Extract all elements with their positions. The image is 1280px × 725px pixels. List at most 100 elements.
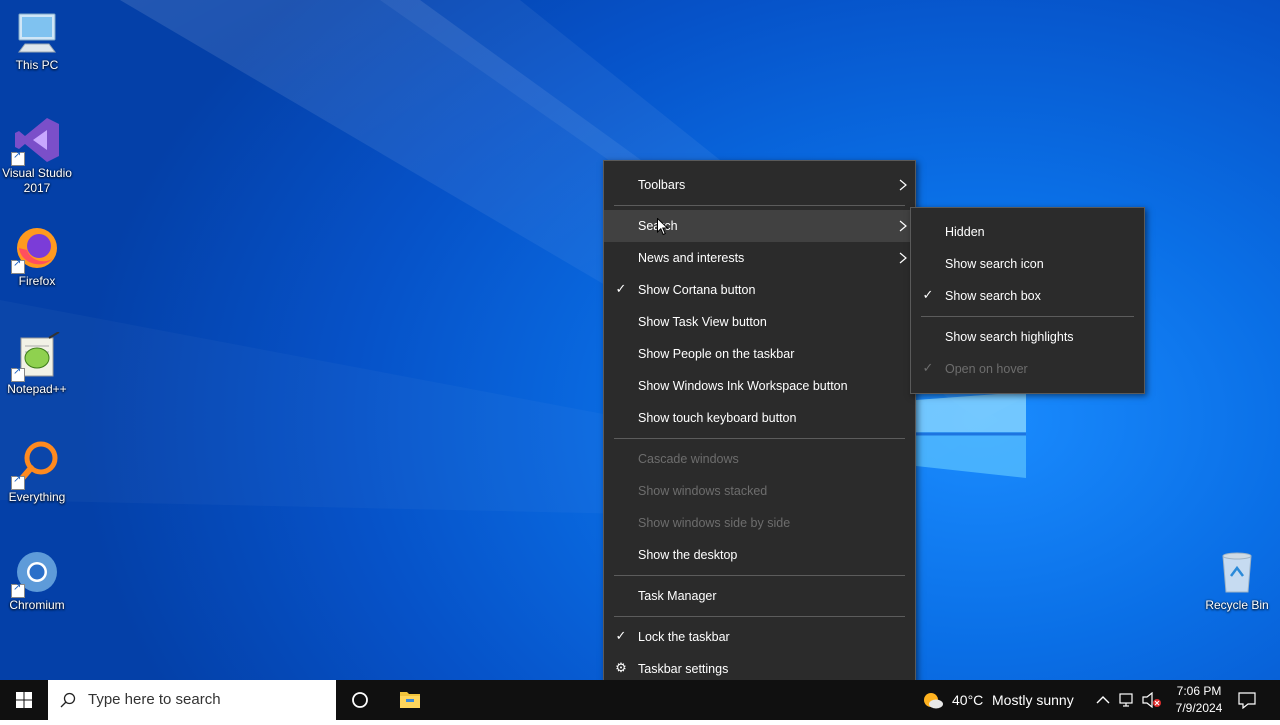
shortcut-arrow-icon	[11, 366, 25, 382]
menu-item-task-manager[interactable]: Task Manager	[604, 580, 915, 612]
menu-item-taskbar-settings[interactable]: ⚙ Taskbar settings	[604, 653, 915, 680]
everything-icon	[11, 440, 61, 490]
desktop-icon-chromium[interactable]: Chromium	[0, 548, 74, 613]
mouse-cursor-icon	[657, 218, 669, 236]
network-icon[interactable]	[1118, 692, 1136, 708]
menu-separator	[921, 316, 1134, 317]
menu-item-show-windows-side-by-side: Show windows side by side	[604, 507, 915, 539]
volume-muted-icon[interactable]	[1142, 692, 1162, 708]
menu-item-lock-the-taskbar[interactable]: ✓ Lock the taskbar	[604, 621, 915, 653]
menu-item-label: Taskbar settings	[638, 662, 729, 676]
checkmark-icon: ✓	[922, 288, 934, 303]
notification-icon[interactable]	[1238, 691, 1256, 709]
menu-item-label: Cascade windows	[638, 452, 739, 466]
submenu-item-show-search-highlights[interactable]: Show search highlights	[911, 321, 1144, 353]
menu-item-label: Show touch keyboard button	[638, 411, 797, 425]
firefox-icon	[11, 224, 61, 274]
desktop-icon-notepad-plus-plus[interactable]: Notepad++	[0, 331, 74, 397]
submenu-item-show-search-icon[interactable]: Show search icon	[911, 248, 1144, 280]
menu-item-news-and-interests[interactable]: News and interests	[604, 242, 915, 274]
menu-item-label: News and interests	[638, 251, 745, 265]
shortcut-arrow-icon	[11, 150, 25, 166]
start-button[interactable]	[0, 680, 48, 720]
file-explorer-button[interactable]	[386, 680, 434, 720]
search-placeholder: Type here to search	[88, 691, 221, 708]
menu-item-label: Show People on the taskbar	[638, 347, 795, 361]
this-pc-icon	[13, 8, 61, 56]
desktop[interactable]: This PC Visual Studio 2017 Firefox	[0, 0, 1280, 680]
desktop-icon-label: Chromium	[9, 598, 65, 612]
file-explorer-icon	[400, 692, 420, 708]
checkmark-icon: ✓	[615, 629, 627, 644]
menu-item-show-touch-keyboard[interactable]: Show touch keyboard button	[604, 402, 915, 434]
cortana-circle-icon	[352, 692, 368, 708]
menu-item-label: Show search box	[945, 289, 1041, 303]
cortana-button[interactable]	[336, 680, 384, 720]
recycle-bin-icon	[1213, 548, 1261, 596]
menu-item-label: Open on hover	[945, 362, 1028, 376]
menu-item-show-task-view-button[interactable]: Show Task View button	[604, 306, 915, 338]
submenu-item-show-search-box[interactable]: ✓ Show search box	[911, 280, 1144, 312]
notepad-plus-plus-icon	[11, 331, 61, 382]
taskbar[interactable]: Type here to search 40°C Mostly sunny 7:…	[0, 680, 1280, 720]
submenu-item-hidden[interactable]: Hidden	[911, 216, 1144, 248]
menu-item-label: Show Cortana button	[638, 283, 756, 297]
shortcut-arrow-icon	[11, 258, 25, 274]
menu-item-show-windows-stacked: Show windows stacked	[604, 475, 915, 507]
menu-item-show-windows-ink[interactable]: Show Windows Ink Workspace button	[604, 370, 915, 402]
menu-item-label: Show windows side by side	[638, 516, 791, 530]
menu-separator	[614, 205, 905, 206]
menu-item-search[interactable]: Search	[604, 210, 915, 242]
clock[interactable]: 7:06 PM 7/9/2024	[1164, 683, 1234, 717]
menu-item-show-cortana-button[interactable]: ✓ Show Cortana button	[604, 274, 915, 306]
menu-item-label: Show search highlights	[945, 330, 1074, 344]
chevron-right-icon	[899, 252, 907, 264]
desktop-icon-firefox[interactable]: Firefox	[0, 224, 74, 289]
desktop-icon-recycle-bin[interactable]: Recycle Bin	[1200, 548, 1274, 613]
clock-time: 7:06 PM	[1176, 684, 1222, 698]
menu-item-label: Show windows stacked	[638, 484, 768, 498]
menu-item-label: Show Windows Ink Workspace button	[638, 379, 848, 393]
menu-item-label: Toolbars	[638, 178, 686, 192]
desktop-icon-label: This PC	[15, 58, 59, 72]
desktop-icon-everything[interactable]: Everything	[0, 440, 74, 505]
shortcut-arrow-icon	[11, 474, 25, 490]
taskbar-context-menu: Toolbars Search News and interests ✓ Sho…	[603, 160, 916, 680]
gear-icon: ⚙	[615, 661, 627, 676]
visual-studio-icon	[11, 116, 61, 166]
menu-separator	[614, 616, 905, 617]
taskbar-search-box[interactable]: Type here to search	[48, 680, 336, 720]
chevron-up-icon[interactable]	[1096, 694, 1110, 706]
menu-item-label: Task Manager	[638, 589, 717, 603]
menu-item-label: Show the desktop	[638, 548, 738, 562]
checkmark-icon: ✓	[615, 282, 627, 297]
menu-item-toolbars[interactable]: Toolbars	[604, 169, 915, 201]
shortcut-arrow-icon	[11, 582, 25, 598]
desktop-icon-this-pc[interactable]: This PC	[0, 8, 74, 73]
chevron-right-icon	[899, 220, 907, 232]
weather-condition[interactable]: Mostly sunny	[992, 692, 1074, 708]
windows-logo-icon	[16, 692, 32, 708]
desktop-icon-label: Recycle Bin	[1205, 598, 1269, 612]
desktop-icon-label: Notepad++	[7, 382, 67, 396]
menu-item-label: Show search icon	[945, 257, 1044, 271]
menu-separator	[614, 438, 905, 439]
menu-item-label: Lock the taskbar	[638, 630, 730, 644]
weather-sunny-icon	[924, 693, 943, 709]
menu-item-show-the-desktop[interactable]: Show the desktop	[604, 539, 915, 571]
menu-separator	[614, 575, 905, 576]
menu-item-cascade-windows: Cascade windows	[604, 443, 915, 475]
menu-item-label: Show Task View button	[638, 315, 767, 329]
desktop-icon-visual-studio[interactable]: Visual Studio 2017	[0, 116, 74, 196]
desktop-icon-label: Firefox	[18, 274, 56, 288]
windows-wallpaper-logo	[916, 392, 1026, 478]
search-submenu: Hidden Show search icon ✓ Show search bo…	[910, 207, 1145, 394]
chromium-icon	[11, 548, 61, 598]
clock-date: 7/9/2024	[1175, 701, 1223, 715]
desktop-icon-label: Visual Studio 2017	[2, 166, 72, 195]
chevron-right-icon	[899, 179, 907, 191]
menu-item-show-people[interactable]: Show People on the taskbar	[604, 338, 915, 370]
desktop-icon-label: Everything	[8, 490, 66, 504]
checkmark-icon: ✓	[922, 361, 934, 376]
weather-temperature[interactable]: 40°C	[952, 692, 983, 708]
